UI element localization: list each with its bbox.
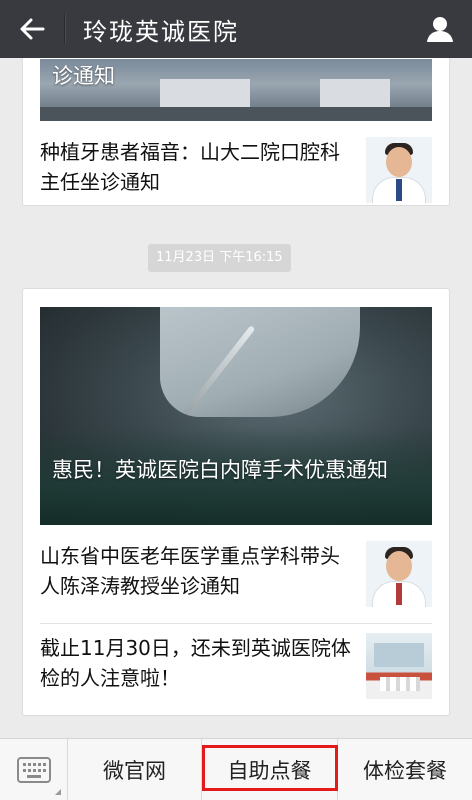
top-bar: 玲珑英诚医院 [0, 0, 472, 58]
profile-button[interactable] [408, 0, 472, 58]
message-feed[interactable]: 诊通知 种植牙患者福音：山大二院口腔科主任坐诊通知 11月23日 下午16:15… [0, 58, 472, 738]
menu-item-micro-site[interactable]: 微官网 [68, 739, 202, 800]
menu-item-checkup-package[interactable]: 体检套餐 [338, 739, 472, 800]
page-title: 玲珑英诚医院 [83, 17, 239, 46]
wechat-official-account-screen: 玲珑英诚医院 诊通知 种植牙患者福音：山大二院口腔科主任坐诊通知 11月23日 … [0, 0, 472, 800]
article-hero[interactable]: 惠民！英诚医院白内障手术优惠通知 [40, 307, 432, 525]
bottom-menu: 微官网 自助点餐 体检套餐 [0, 738, 472, 800]
article-title: 种植牙患者福音：山大二院口腔科主任坐诊通知 [40, 140, 340, 194]
back-button[interactable] [0, 0, 64, 58]
person-icon [427, 17, 453, 42]
hero-building [160, 79, 250, 109]
article-title: 山东省中医老年医学重点学科带头人陈泽涛教授坐诊通知 [40, 544, 340, 598]
header-divider [64, 14, 65, 44]
message-timestamp: 11月23日 下午16:15 [148, 244, 291, 272]
menu-item-label: 自助点餐 [227, 759, 312, 783]
hero-caption: 诊通知 [52, 64, 115, 88]
list-divider [40, 623, 432, 624]
corner-triangle [55, 789, 61, 795]
doctor-thumbnail [366, 541, 432, 607]
back-arrow-icon [20, 18, 45, 40]
article-title: 截止11月30日，还未到英诚医院体检的人注意啦！ [40, 636, 351, 690]
hero-building [320, 79, 390, 109]
hero-road [40, 107, 432, 121]
article-hero[interactable]: 诊通知 [40, 59, 432, 121]
hero-caption: 惠民！英诚医院白内障手术优惠通知 [52, 458, 388, 482]
keyboard-icon [16, 757, 51, 783]
menu-item-self-order[interactable]: 自助点餐 [202, 739, 338, 800]
hospital-thumbnail [366, 633, 432, 699]
article-list-item[interactable]: 截止11月30日，还未到英诚医院体检的人注意啦！ [40, 627, 432, 699]
article-list-item[interactable]: 山东省中医老年医学重点学科带头人陈泽涛教授坐诊通知 [40, 535, 432, 607]
article-card: 惠民！英诚医院白内障手术优惠通知 山东省中医老年医学重点学科带头人陈泽涛教授坐诊… [22, 288, 450, 716]
article-list-item[interactable]: 种植牙患者福音：山大二院口腔科主任坐诊通知 [40, 131, 432, 203]
doctor-thumbnail [366, 137, 432, 203]
keyboard-toggle-button[interactable] [0, 739, 68, 800]
article-card: 诊通知 种植牙患者福音：山大二院口腔科主任坐诊通知 [22, 58, 450, 206]
